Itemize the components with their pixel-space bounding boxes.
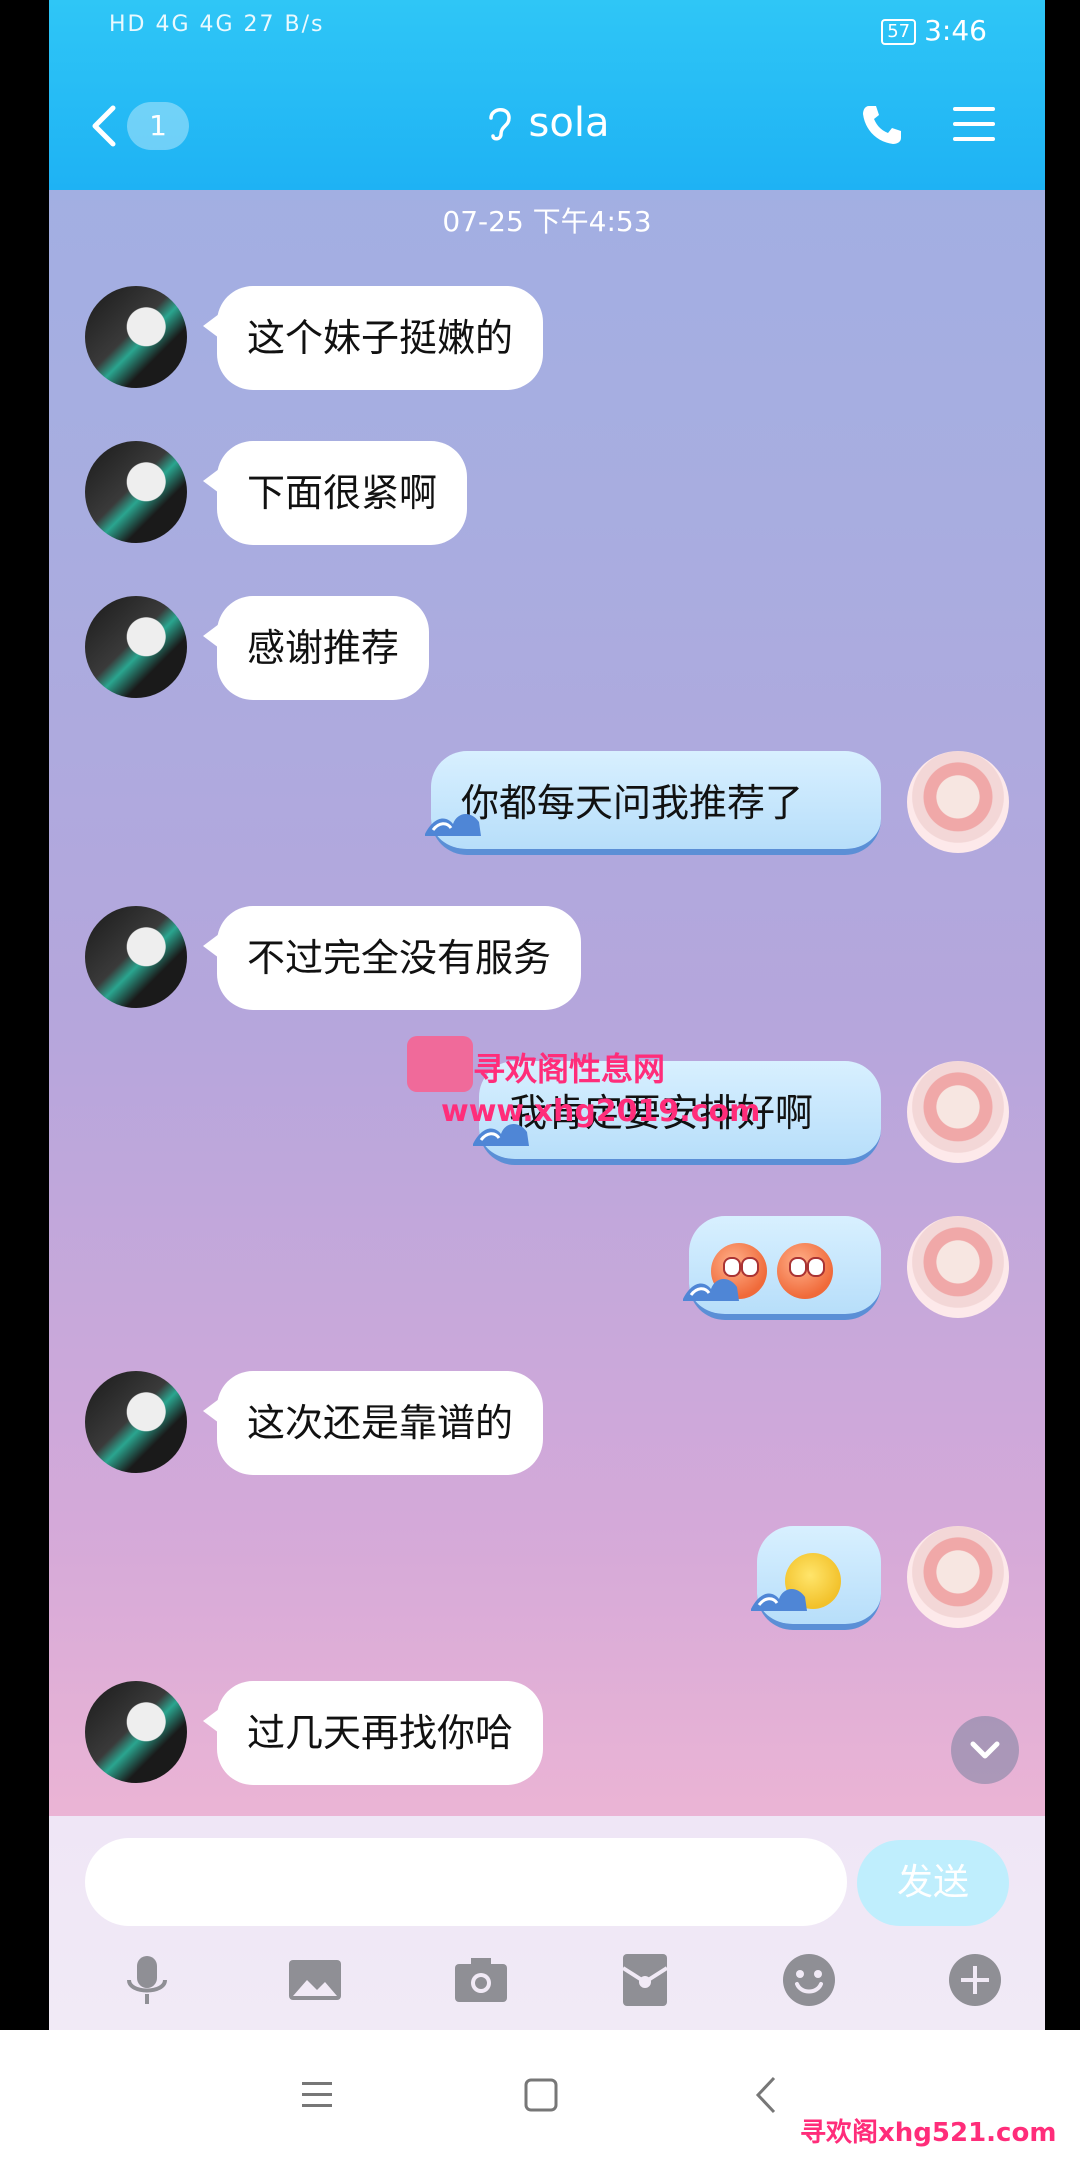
camera-icon[interactable]	[451, 1950, 511, 2010]
back-nav-icon[interactable]	[742, 2070, 792, 2120]
contact-avatar[interactable]	[85, 1681, 187, 1783]
self-avatar[interactable]	[907, 751, 1009, 853]
contact-avatar[interactable]	[85, 1371, 187, 1473]
message-input[interactable]	[85, 1838, 847, 1926]
message-bubble-self[interactable]	[689, 1216, 881, 1320]
battery-icon: 57	[881, 19, 917, 45]
self-avatar[interactable]	[907, 1216, 1009, 1318]
message-bubble[interactable]: 感谢推荐	[217, 596, 430, 700]
watermark-logo	[407, 1036, 473, 1092]
message-bubble[interactable]: 不过完全没有服务	[217, 906, 582, 1010]
wave-decoration-icon	[425, 813, 481, 836]
message-bubble[interactable]: 这个妹子挺嫩的	[217, 286, 544, 390]
contact-avatar[interactable]	[85, 596, 187, 698]
phone-call-icon[interactable]	[859, 102, 905, 148]
watermark-url: www.xhg2019.com	[441, 1094, 761, 1129]
microphone-icon[interactable]	[117, 1950, 177, 2010]
plus-icon[interactable]	[945, 1950, 1005, 2010]
input-toolbar	[49, 1938, 1045, 2018]
contact-avatar[interactable]	[85, 286, 187, 388]
contact-avatar[interactable]	[85, 441, 187, 543]
image-icon[interactable]	[285, 1950, 345, 2010]
signal-indicators: HD 4G 4G 27 B/s	[109, 12, 325, 37]
input-bar: 发送	[49, 1816, 1045, 2030]
watermark-title: 寻欢阁性息网	[473, 1050, 666, 1088]
menu-icon[interactable]	[951, 104, 997, 144]
self-avatar[interactable]	[907, 1061, 1009, 1163]
ear-icon	[488, 108, 511, 141]
chat-header: 1 sola	[49, 62, 1045, 190]
contact-avatar[interactable]	[85, 906, 187, 1008]
message-bubble[interactable]: 这次还是靠谱的	[217, 1371, 544, 1475]
home-icon[interactable]	[516, 2070, 566, 2120]
scroll-to-bottom-button[interactable]	[951, 1716, 1019, 1784]
message-bubble[interactable]: 过几天再找你哈	[217, 1681, 544, 1785]
message-bubble-self[interactable]: 你都每天问我推荐了	[431, 751, 881, 855]
system-navigation-bar: 寻欢阁xhg521.com	[0, 2030, 1080, 2160]
message-bubble-self[interactable]	[757, 1526, 881, 1630]
send-button[interactable]: 发送	[857, 1840, 1009, 1926]
message-timestamp: 07-25 下午4:53	[442, 205, 652, 238]
clock: 3:46	[924, 14, 987, 47]
eye-roll-emoji-icon	[777, 1242, 833, 1299]
top-bar: HD 4G 4G 27 B/s 57 3:46 1 sola	[49, 0, 1045, 190]
chat-screen: HD 4G 4G 27 B/s 57 3:46 1 sola 07-25 下午4:…	[49, 0, 1045, 2030]
status-bar: HD 4G 4G 27 B/s 57 3:46	[49, 0, 1045, 62]
self-avatar[interactable]	[907, 1526, 1009, 1628]
chevron-down-icon	[970, 1741, 1000, 1759]
contact-name: sola	[528, 100, 610, 146]
message-bubble[interactable]: 下面很紧啊	[217, 441, 468, 545]
emoji-icon[interactable]	[779, 1950, 839, 2010]
red-packet-icon[interactable]	[615, 1950, 675, 2010]
status-right: 57 3:46	[881, 14, 987, 47]
wave-decoration-icon	[751, 1588, 807, 1611]
watermark-bottom: 寻欢阁xhg521.com	[800, 2118, 1057, 2148]
recent-apps-icon[interactable]	[292, 2070, 342, 2120]
wave-decoration-icon	[683, 1278, 739, 1301]
